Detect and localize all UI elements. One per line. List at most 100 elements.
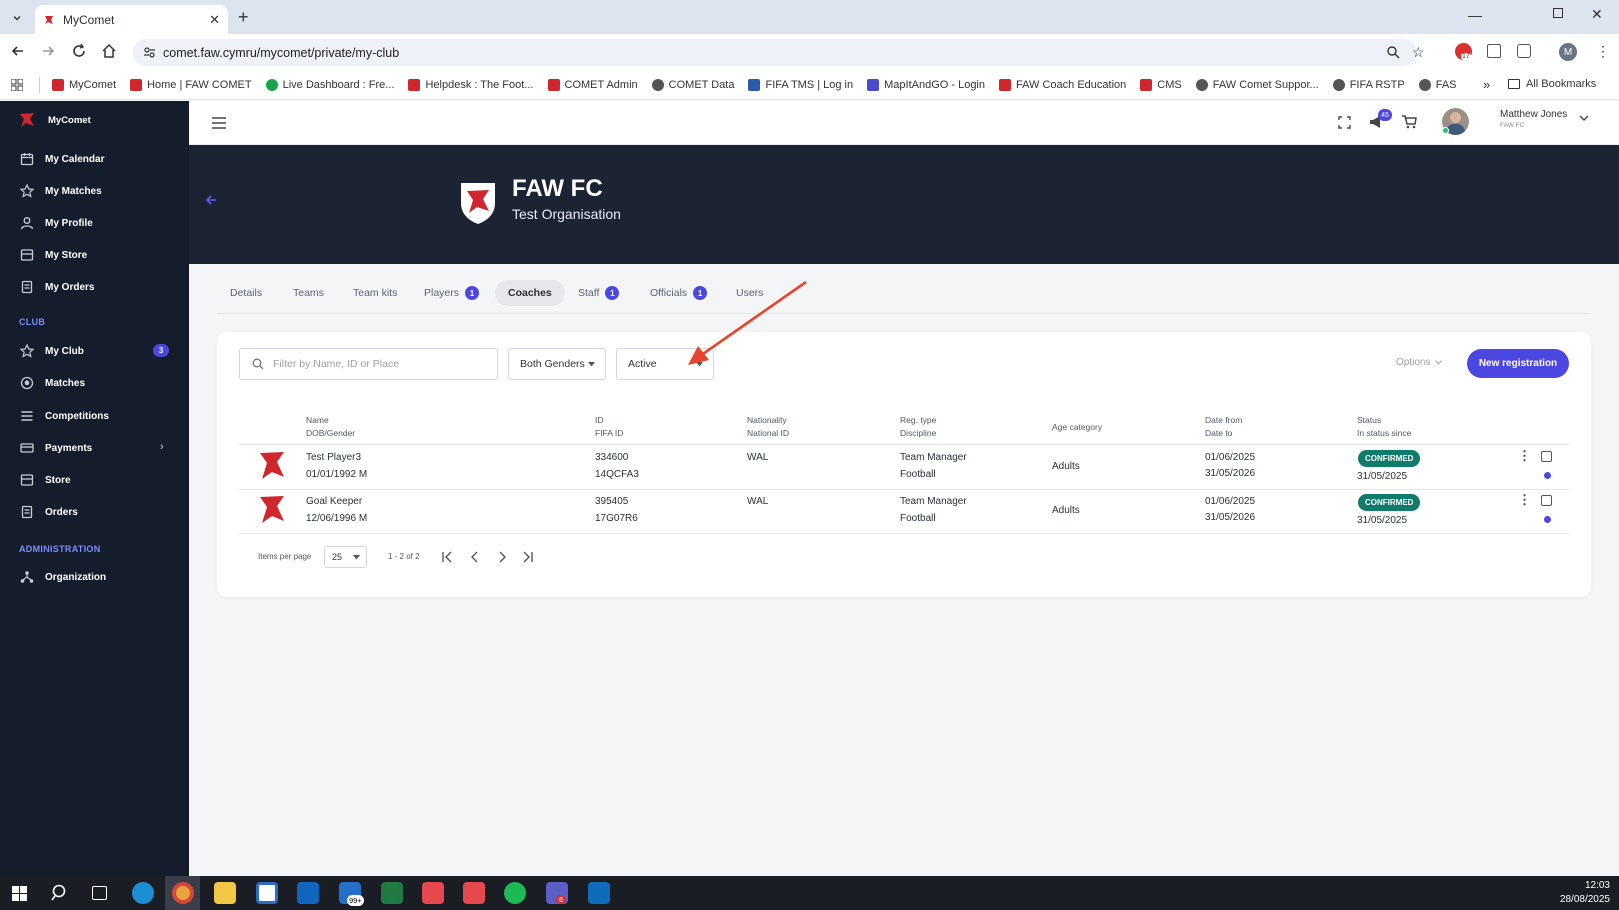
file-explorer-icon[interactable] bbox=[214, 882, 236, 904]
next-page-icon[interactable] bbox=[496, 551, 508, 563]
tab-staff[interactable]: Staff 1 bbox=[565, 280, 632, 306]
options-dropdown[interactable]: Options bbox=[1396, 357, 1443, 368]
star-icon bbox=[20, 184, 34, 198]
apps-grid-icon[interactable] bbox=[11, 79, 23, 91]
more-options-icon[interactable]: ⋮ bbox=[1518, 492, 1531, 508]
bookmark-item[interactable]: MapItAndGO - Login bbox=[867, 79, 985, 91]
tab-team-kits[interactable]: Team kits bbox=[340, 280, 410, 306]
app-icon[interactable] bbox=[463, 882, 485, 904]
window-close-icon[interactable]: ✕ bbox=[1591, 6, 1603, 23]
sidebar-item-my-club[interactable]: My Club 3 bbox=[0, 337, 189, 365]
bookmark-list: MyComet Home | FAW COMET Live Dashboard : … bbox=[52, 79, 1471, 91]
cell-age-category: Adults bbox=[1052, 461, 1080, 472]
restore-icon[interactable] bbox=[1553, 8, 1563, 18]
home-icon[interactable] bbox=[101, 43, 117, 59]
reload-icon[interactable] bbox=[71, 43, 87, 59]
bookmark-item[interactable]: FIFA RSTP bbox=[1332, 79, 1405, 91]
excel-icon[interactable] bbox=[381, 882, 403, 904]
sidebar-item-competitions[interactable]: Competitions bbox=[0, 402, 189, 430]
new-tab-icon[interactable]: + bbox=[238, 7, 249, 28]
sidebar-item-payments[interactable]: Payments › bbox=[0, 434, 189, 462]
annotation-arrow-icon bbox=[688, 280, 807, 365]
profile-avatar[interactable]: M bbox=[1559, 43, 1577, 61]
sidebar-item-my-calendar[interactable]: My Calendar bbox=[0, 145, 189, 173]
brand[interactable]: MyComet bbox=[18, 111, 91, 129]
hamburger-menu-icon[interactable] bbox=[212, 117, 226, 129]
tab-players[interactable]: Players 1 bbox=[411, 280, 492, 306]
items-per-page-select[interactable]: 25 bbox=[324, 546, 367, 568]
edge-icon[interactable] bbox=[132, 882, 154, 904]
menu-dots-icon[interactable]: ⋮ bbox=[1596, 43, 1610, 60]
app-icon[interactable] bbox=[422, 882, 444, 904]
task-view-icon[interactable] bbox=[92, 886, 107, 900]
sidebar-item-my-profile[interactable]: My Profile bbox=[0, 209, 189, 237]
sidebar-item-my-orders[interactable]: My Orders bbox=[0, 273, 189, 301]
bookmark-item[interactable]: FAS bbox=[1418, 79, 1457, 91]
bookmark-item[interactable]: Home | FAW COMET bbox=[130, 79, 252, 91]
bookmark-favicon-icon bbox=[130, 79, 143, 91]
bookmark-favicon-icon bbox=[408, 79, 421, 91]
chrome-icon[interactable] bbox=[172, 882, 194, 904]
column-header: Date from bbox=[1205, 415, 1243, 425]
bookmark-label: CMS bbox=[1157, 79, 1182, 91]
tab-details[interactable]: Details bbox=[217, 280, 275, 306]
forward-icon[interactable] bbox=[40, 43, 56, 59]
more-bookmarks-icon[interactable]: » bbox=[1483, 77, 1490, 92]
back-arrow-icon[interactable] bbox=[205, 194, 217, 206]
column-subheader: Date to bbox=[1205, 428, 1233, 438]
search-input[interactable]: Filter by Name, ID or Place bbox=[239, 348, 498, 380]
row-checkbox[interactable] bbox=[1541, 451, 1552, 462]
chevron-down-icon[interactable] bbox=[1579, 115, 1589, 122]
store-icon[interactable] bbox=[256, 882, 278, 904]
back-icon[interactable] bbox=[10, 43, 26, 59]
bookmark-item[interactable]: FAW Comet Suppor... bbox=[1195, 79, 1319, 91]
last-page-icon[interactable] bbox=[522, 551, 534, 563]
user-name[interactable]: Matthew Jones bbox=[1500, 109, 1567, 120]
row-checkbox[interactable] bbox=[1541, 495, 1552, 506]
first-page-icon[interactable] bbox=[441, 551, 453, 563]
bookmark-item[interactable]: FIFA TMS | Log in bbox=[748, 79, 853, 91]
minimize-icon[interactable]: — bbox=[1468, 7, 1482, 23]
extensions-puzzle-icon[interactable] bbox=[1517, 44, 1531, 58]
extension-badge: 17 bbox=[1461, 53, 1471, 60]
site-settings-icon[interactable] bbox=[143, 46, 156, 59]
cart-icon[interactable] bbox=[1402, 115, 1417, 129]
outlook-new-icon[interactable] bbox=[588, 882, 610, 904]
taskbar-search-icon[interactable] bbox=[51, 884, 69, 902]
all-bookmarks[interactable]: All Bookmarks bbox=[1508, 78, 1596, 90]
bookmark-item[interactable]: FAW Coach Education bbox=[999, 79, 1126, 91]
sidebar-item-matches[interactable]: Matches bbox=[0, 369, 189, 397]
close-icon[interactable]: ✕ bbox=[209, 12, 220, 28]
bookmark-item[interactable]: CMS bbox=[1140, 79, 1182, 91]
browser-tab[interactable]: MyComet ✕ bbox=[35, 5, 228, 34]
bookmark-item[interactable]: Live Dashboard : Fre... bbox=[265, 79, 394, 91]
gender-select[interactable]: Both Genders bbox=[508, 348, 606, 380]
sidebar-item-store[interactable]: Store bbox=[0, 466, 189, 494]
tab-teams[interactable]: Teams bbox=[280, 280, 337, 306]
windows-start-icon[interactable] bbox=[12, 886, 27, 901]
address-bar[interactable]: comet.faw.cymru/mycomet/private/my-club … bbox=[133, 39, 1425, 66]
sidebar-item-my-store[interactable]: My Store bbox=[0, 241, 189, 269]
tab-search-icon[interactable] bbox=[8, 9, 26, 27]
more-options-icon[interactable]: ⋮ bbox=[1518, 448, 1531, 464]
sidebar-item-my-matches[interactable]: My Matches bbox=[0, 177, 189, 205]
cell-dob: 01/01/1992 M bbox=[306, 469, 368, 480]
bookmark-item[interactable]: MyComet bbox=[52, 79, 116, 91]
sidebar-item-label: Competitions bbox=[45, 410, 109, 422]
fullscreen-icon[interactable] bbox=[1338, 116, 1351, 129]
bookmark-star-icon[interactable]: ☆ bbox=[1412, 44, 1425, 61]
outlook-icon[interactable] bbox=[297, 882, 319, 904]
bookmark-item[interactable]: COMET Admin bbox=[547, 79, 638, 91]
sidebar-item-orders[interactable]: Orders bbox=[0, 498, 189, 526]
bookmark-item[interactable]: Helpdesk : The Foot... bbox=[408, 79, 534, 91]
new-registration-button[interactable]: New registration bbox=[1467, 349, 1569, 378]
qr-icon[interactable] bbox=[1487, 44, 1501, 58]
tab-coaches[interactable]: Coaches bbox=[495, 280, 565, 306]
cell-date-from: 01/06/2025 bbox=[1205, 496, 1256, 507]
spotify-icon[interactable] bbox=[504, 882, 526, 904]
club-crest-icon bbox=[459, 181, 497, 225]
bookmark-item[interactable]: COMET Data bbox=[651, 79, 734, 91]
zoom-icon[interactable] bbox=[1386, 45, 1400, 59]
sidebar-item-organization[interactable]: Organization bbox=[0, 563, 189, 591]
previous-page-icon[interactable] bbox=[469, 551, 481, 563]
